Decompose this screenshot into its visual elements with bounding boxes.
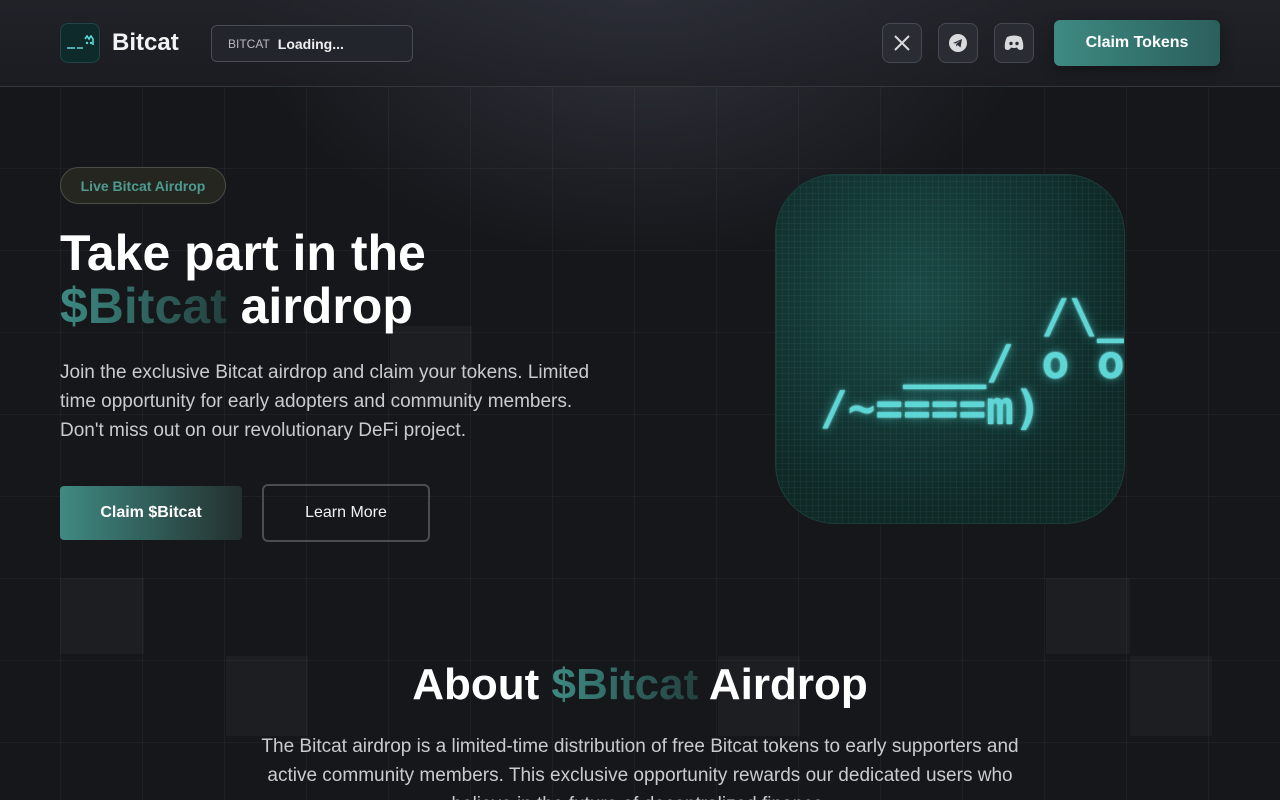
hero-title: Take part in the $Bitcat airdrop [60,227,660,333]
top-nav: Bitcat BITCAT Loading... Claim Tokens [0,0,1280,87]
price-ticker: BITCAT Loading... [211,25,413,62]
about-title: About $Bitcat Airdrop [0,660,1280,710]
learn-more-button[interactable]: Learn More [262,484,430,542]
hero-title-accent: $Bitcat [60,278,227,334]
discord-icon [1004,35,1024,50]
hero-description: Join the exclusive Bitcat airdrop and cl… [60,362,590,441]
telegram-link[interactable] [938,23,978,63]
discord-link[interactable] [994,23,1034,63]
telegram-icon [949,34,967,52]
about-description: The Bitcat airdrop is a limited-time dis… [261,736,1019,800]
bitcat-mascot-image: /\_/\ ___/ o o \ /~====m) [775,174,1125,524]
background-tile [60,578,144,654]
ticker-value: Loading... [277,35,344,52]
hero-title-rest: airdrop [226,278,413,334]
claim-bitcat-button[interactable]: Claim $Bitcat [60,486,242,540]
x-icon [894,35,910,51]
about-title-suffix: Airdrop [698,660,868,709]
x-link[interactable] [882,23,922,63]
brand-name: Bitcat [112,29,179,56]
live-airdrop-badge: Live Bitcat Airdrop [60,167,226,204]
about-title-prefix: About [412,660,552,709]
brand-logo[interactable]: Bitcat [60,23,179,63]
claim-tokens-button[interactable]: Claim Tokens [1054,20,1220,66]
background-tile [1046,578,1130,654]
hero-title-line1: Take part in the [60,225,426,281]
bitcat-logo-icon [60,23,100,63]
about-title-accent: $Bitcat [551,660,699,709]
ascii-cat-art: /\_/\ ___/ o o \ /~====m) [820,289,1125,435]
ticker-symbol: BITCAT [228,36,270,51]
